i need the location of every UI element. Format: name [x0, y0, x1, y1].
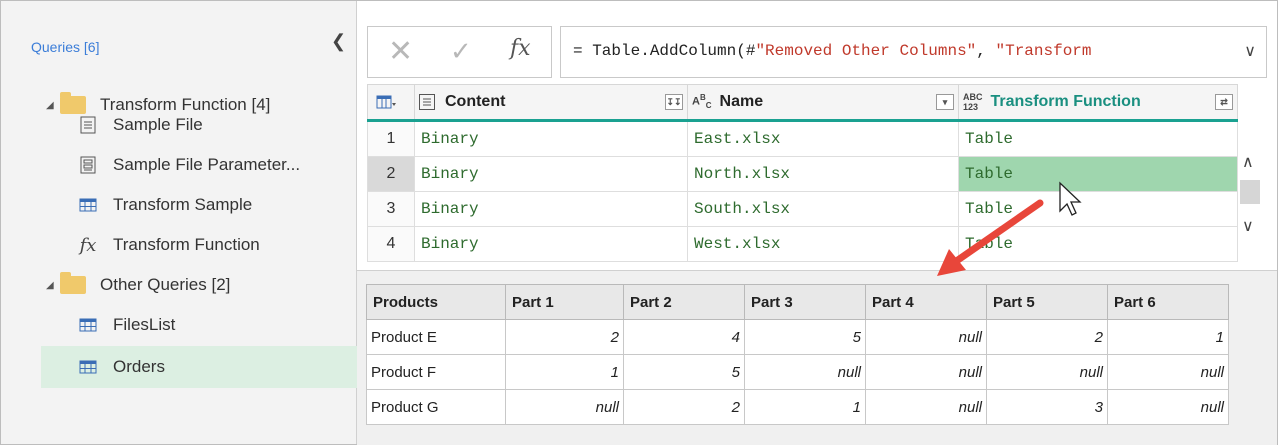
- mouse-cursor-icon: [1059, 181, 1082, 216]
- annotation-overlay: [937, 181, 1082, 276]
- red-arrow-icon: [937, 199, 1044, 276]
